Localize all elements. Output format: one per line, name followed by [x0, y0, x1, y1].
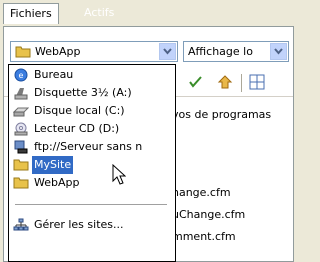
view-select-value: Affichage lo	[188, 45, 253, 58]
tab-files[interactable]: Fichiers	[3, 3, 59, 24]
list-item[interactable]: vos de programas	[172, 108, 271, 121]
dropdown-item-webapp[interactable]: WebApp	[10, 174, 174, 192]
site-select[interactable]: WebApp	[10, 41, 178, 62]
folder-icon	[13, 176, 29, 190]
dropdown-item-floppy[interactable]: Disquette 3½ (A:)	[10, 84, 174, 102]
dropdown-item-local-disk[interactable]: Disque local (C:)	[10, 102, 174, 120]
dropdown-item-manage-sites[interactable]: Gérer les sites...	[10, 216, 174, 234]
dropdown-item-ftp[interactable]: ftp://Serveur sans n	[10, 138, 174, 156]
folder-icon	[15, 45, 31, 58]
cursor-arrow-icon	[112, 163, 127, 186]
toolbar-separator	[241, 74, 242, 92]
site-manager-icon	[13, 218, 29, 232]
dropdown-item-cd[interactable]: Lecteur CD (D:)	[10, 120, 174, 138]
chevron-down-icon[interactable]	[159, 43, 176, 60]
tab-assets[interactable]: Actifs	[78, 3, 120, 23]
site-map-icon[interactable]	[248, 73, 268, 93]
desktop-icon: e	[13, 68, 29, 82]
list-item[interactable]: uChange.cfm	[172, 208, 245, 221]
floppy-drive-icon	[13, 86, 29, 100]
hard-drive-icon	[12, 104, 30, 118]
svg-text:e: e	[19, 71, 24, 80]
dropdown-item-bureau[interactable]: e Bureau	[10, 66, 174, 84]
view-select[interactable]: Affichage lo	[183, 41, 289, 62]
expand-icon[interactable]	[216, 73, 236, 93]
cd-drive-icon	[13, 122, 29, 136]
panel-tab-bar: Fichiers Actifs	[0, 0, 297, 26]
site-select-value: WebApp	[35, 45, 81, 58]
check-in-icon[interactable]	[187, 73, 207, 93]
site-dropdown-list: e Bureau Disquette 3½ (A:) Disque local …	[8, 64, 176, 262]
ftp-server-icon	[13, 140, 29, 154]
list-item[interactable]: mment.cfm	[172, 230, 236, 243]
folder-icon	[13, 158, 29, 172]
dropdown-item-mysite[interactable]: MySite	[10, 156, 174, 174]
chevron-down-icon[interactable]	[270, 43, 287, 60]
list-item[interactable]: hange.cfm	[172, 186, 231, 199]
menu-divider	[15, 204, 167, 205]
